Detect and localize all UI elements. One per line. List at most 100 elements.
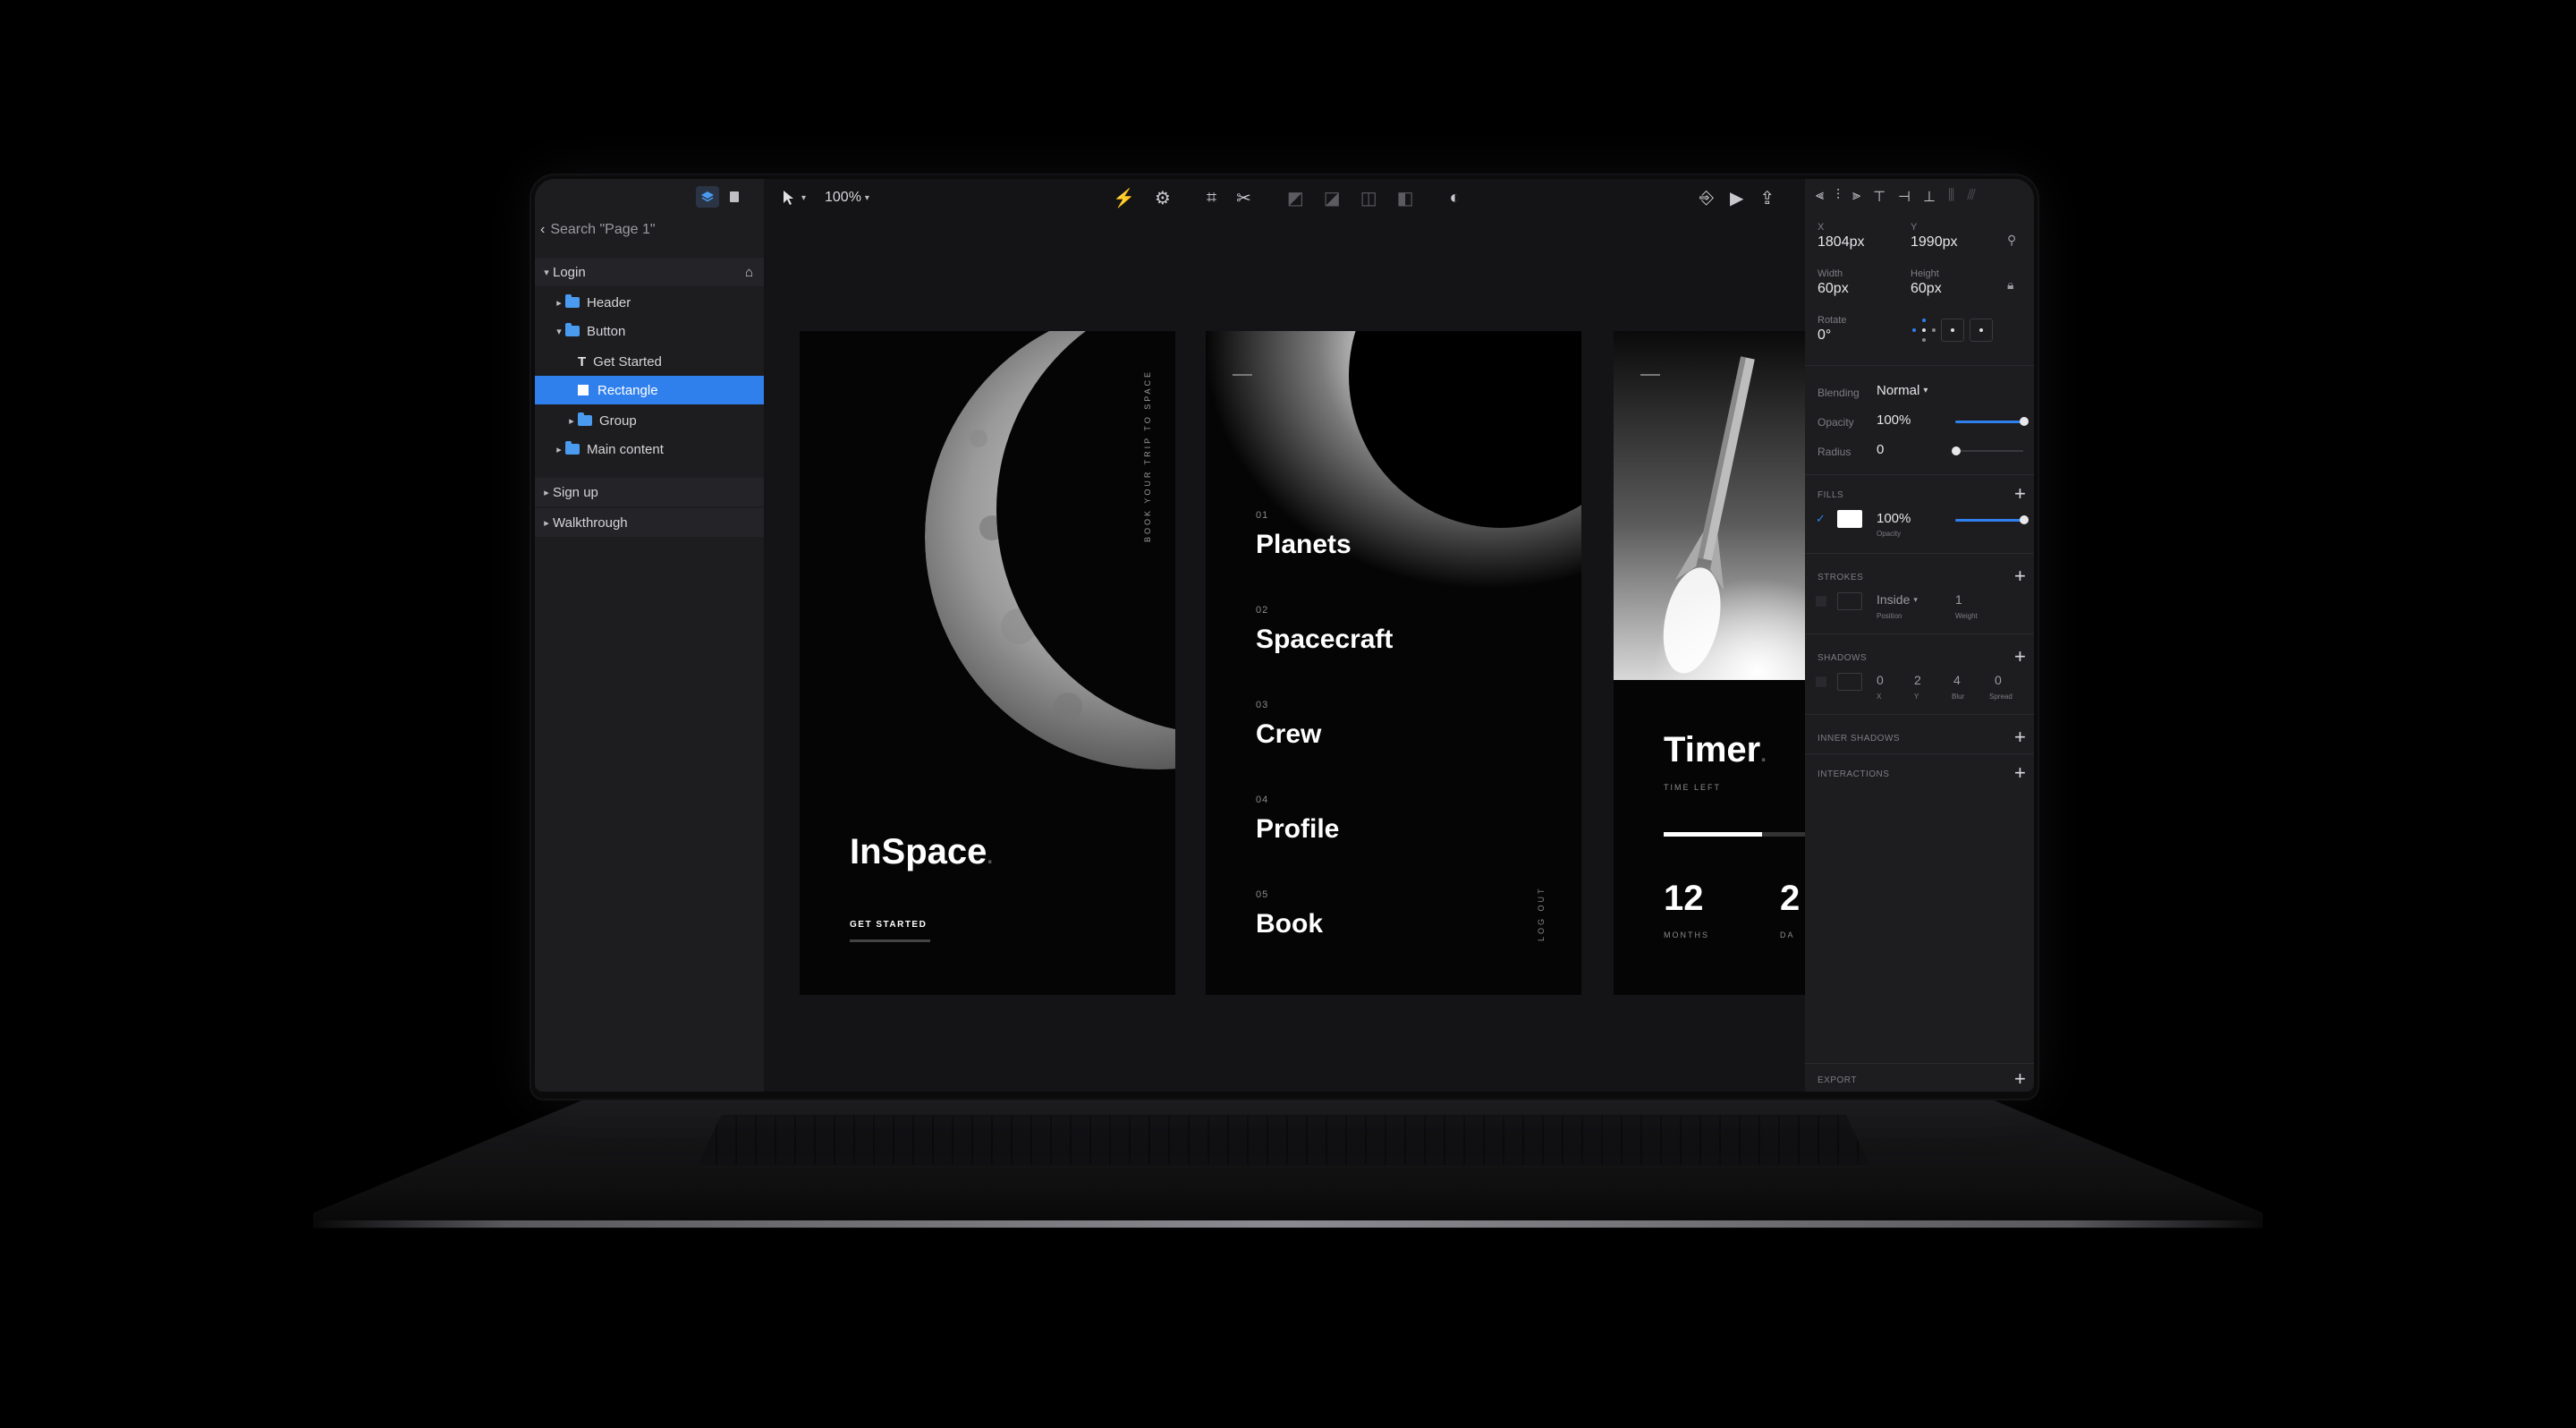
layer-row[interactable]: ▸ Group [535, 406, 764, 435]
resize-fixed-icon[interactable] [1941, 319, 1964, 342]
height-field[interactable]: 60px [1911, 281, 1942, 297]
pin-icon[interactable]: ⚲ [2007, 233, 2016, 248]
add-stroke-button[interactable]: + [2014, 566, 2026, 586]
scissors-icon[interactable]: ✂ [1236, 187, 1251, 209]
difference-icon[interactable]: ◧ [1397, 187, 1414, 209]
subtract-icon[interactable]: ◪ [1324, 187, 1341, 209]
caret-right-icon[interactable]: ▸ [553, 444, 565, 455]
mask-icon[interactable]: ◐ [1450, 188, 1461, 208]
logout-link[interactable]: LOG OUT [1535, 886, 1549, 957]
align-top-icon[interactable]: ⊤ [1873, 188, 1885, 206]
shadow-blur-field[interactable]: 4 [1953, 673, 1961, 687]
fill-opacity-slider-knob[interactable] [2020, 515, 2029, 524]
component-icon[interactable]: ⚙ [1155, 187, 1171, 209]
shadow-x-label: X [1877, 693, 1882, 701]
menu-item[interactable]: 04 Profile [1256, 795, 1339, 845]
layer-row[interactable]: ▸ Sign up [535, 478, 764, 506]
shadow-color-swatch[interactable] [1837, 673, 1862, 691]
fill-opacity-label: Opacity [1877, 530, 1902, 538]
fill-checkbox[interactable]: ✓ [1816, 512, 1826, 526]
timer-dash [1640, 374, 1660, 376]
caret-down-icon[interactable]: ▾ [553, 326, 565, 337]
stroke-weight-field[interactable]: 1 [1955, 592, 1962, 607]
distribute-h-icon[interactable]: ⫼ [1948, 188, 1954, 206]
inner-shadows-title: INNER SHADOWS [1818, 734, 1901, 744]
layer-row[interactable]: ▸ Walkthrough [535, 508, 764, 537]
opacity-slider[interactable] [1955, 421, 2023, 423]
resize-fill-icon[interactable] [1970, 319, 1993, 342]
align-center-icon[interactable]: ⫶ [1836, 188, 1840, 206]
x-field[interactable]: 1804px [1818, 234, 1865, 251]
menu-item[interactable]: 03 Crew [1256, 700, 1321, 750]
caret-right-icon[interactable]: ▸ [553, 297, 565, 309]
width-field[interactable]: 60px [1818, 281, 1849, 297]
lightning-icon[interactable]: ⚡ [1113, 187, 1135, 209]
caret-right-icon[interactable]: ▸ [540, 517, 553, 529]
frame-icon[interactable]: ⌗ [1207, 188, 1216, 208]
shadow-y-field[interactable]: 2 [1914, 673, 1921, 687]
fill-opacity-slider[interactable] [1955, 519, 2023, 522]
menu-item[interactable]: 01 Planets [1256, 510, 1352, 560]
layer-row[interactable]: Rectangle [535, 376, 764, 404]
union-icon[interactable]: ◩ [1287, 187, 1304, 209]
layer-row[interactable]: ▸ Header [535, 288, 764, 317]
stroke-position-select[interactable]: Inside ▾ [1877, 592, 1918, 607]
blending-select[interactable]: Normal ▾ [1877, 383, 1928, 398]
opacity-slider-knob[interactable] [2020, 417, 2029, 426]
stroke-color-swatch[interactable] [1837, 592, 1862, 610]
layer-row[interactable]: T Get Started [535, 347, 764, 376]
fill-color-swatch[interactable] [1837, 510, 1862, 528]
mirror-icon[interactable]: ⎆ [1699, 188, 1714, 208]
align-right-icon[interactable]: ⫸ [1852, 188, 1860, 206]
menu-item-number: 03 [1256, 700, 1269, 710]
chevron-left-icon: ‹ [540, 222, 546, 237]
caret-down-icon[interactable]: ▾ [540, 267, 553, 278]
menu-item[interactable]: 02 Spacecraft [1256, 605, 1393, 655]
align-bottom-icon[interactable]: ⊥ [1923, 188, 1936, 206]
fill-opacity-field[interactable]: 100% [1877, 511, 1911, 526]
home-icon[interactable]: ⌂ [745, 265, 753, 280]
shadow-x-field[interactable]: 0 [1877, 673, 1884, 687]
layers-tab[interactable] [696, 186, 719, 208]
layer-row[interactable]: ▾ Button [535, 317, 764, 345]
y-field[interactable]: 1990px [1911, 234, 1958, 251]
intersect-icon[interactable]: ◫ [1360, 187, 1377, 209]
add-export-button[interactable]: + [2014, 1069, 2026, 1089]
caret-right-icon[interactable]: ▸ [540, 487, 553, 498]
layer-row[interactable]: ▾ Login ⌂ [535, 258, 764, 286]
pointer-tool[interactable]: ▾ [782, 186, 806, 209]
distribute-v-icon[interactable]: ⫻ [1967, 188, 1976, 206]
design-canvas[interactable]: ▾ 100% ▾ ⚡ ⚙ ⌗ ✂ ◩ ◪ ◫ ◧ ◐ ⎆ ▶ ⇪ BOOK YO… [764, 179, 1805, 1092]
play-icon[interactable]: ▶ [1730, 187, 1743, 209]
artboard-login[interactable]: BOOK YOUR TRIP TO SPACE InSpace. GET STA… [800, 331, 1175, 995]
zoom-select[interactable]: 100% ▾ [825, 186, 869, 209]
stroke-checkbox[interactable] [1816, 596, 1826, 607]
lock-icon[interactable]: 🔒︎ [2007, 277, 2013, 293]
add-shadow-button[interactable]: + [2014, 647, 2026, 667]
shadow-spread-field[interactable]: 0 [1995, 673, 2002, 687]
caret-right-icon[interactable]: ▸ [565, 415, 578, 427]
center-toolbar: ⚡ ⚙ ⌗ ✂ ◩ ◪ ◫ ◧ ◐ [1113, 186, 1461, 209]
get-started-button[interactable]: GET STARTED [850, 920, 927, 930]
menu-item-number: 05 [1256, 889, 1269, 900]
opacity-field[interactable]: 100% [1877, 412, 1911, 428]
layers-search[interactable]: ‹ Search "Page 1" [540, 217, 755, 243]
pages-tab[interactable] [723, 186, 746, 208]
stroke-position-label: Position [1877, 612, 1902, 620]
radius-slider[interactable] [1955, 450, 2023, 452]
share-icon[interactable]: ⇪ [1759, 187, 1775, 209]
align-middle-icon[interactable]: ⊣ [1898, 188, 1911, 206]
align-left-icon[interactable]: ⫷ [1816, 188, 1824, 206]
add-fill-button[interactable]: + [2014, 484, 2026, 504]
menu-item[interactable]: 05 Book [1256, 889, 1323, 939]
add-interaction-button[interactable]: + [2014, 763, 2026, 783]
rotate-field[interactable]: 0° [1818, 327, 1831, 344]
shadow-checkbox[interactable] [1816, 676, 1826, 687]
add-inner-shadow-button[interactable]: + [2014, 727, 2026, 747]
radius-field[interactable]: 0 [1877, 442, 1884, 457]
artboard-menu[interactable]: 01 Planets 02 Spacecraft 03 Crew 04 Profile 05 Bo… [1206, 331, 1581, 995]
artboard-timer[interactable]: Timer. TIME LEFT 12 MONTHS 2 DA [1614, 331, 1805, 995]
constraint-anchor-icon[interactable] [1912, 319, 1936, 342]
radius-slider-knob[interactable] [1952, 446, 1961, 455]
layer-row[interactable]: ▸ Main content [535, 435, 764, 463]
